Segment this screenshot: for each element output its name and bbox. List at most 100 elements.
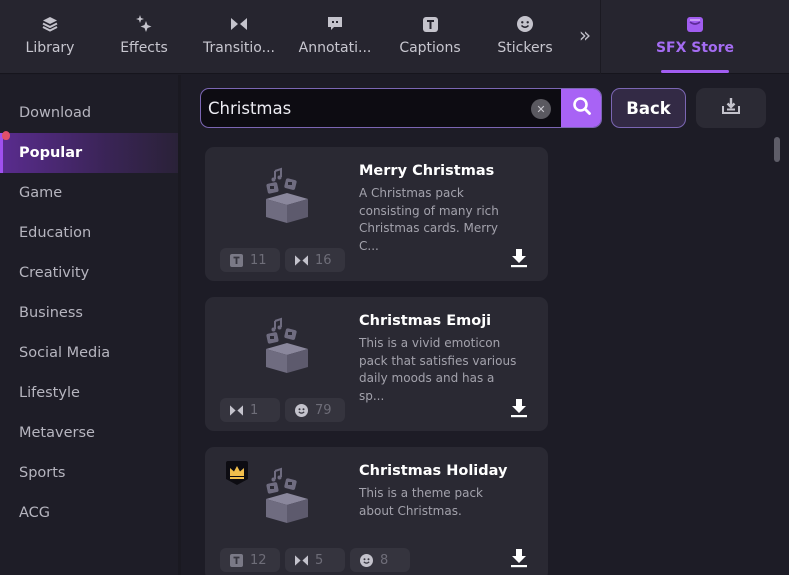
sidebar-item-label: Game — [19, 185, 63, 201]
sidebar-item-label: Popular — [19, 145, 83, 161]
pack-box-icon — [263, 465, 313, 527]
tab-divider — [600, 0, 601, 74]
search-input[interactable] — [208, 89, 528, 127]
search-box: ✕ — [200, 88, 602, 128]
double-chevron-right-icon: » — [578, 23, 592, 47]
store-icon — [685, 14, 705, 34]
sidebar-item-label: Sports — [19, 465, 66, 481]
sidebar-item-popular[interactable]: Popular — [0, 131, 178, 173]
more-tabs-button[interactable]: » — [574, 23, 596, 47]
active-tab-indicator — [661, 70, 729, 73]
stat-captions: 12 — [220, 548, 280, 572]
transition-icon — [295, 254, 308, 267]
download-icon[interactable] — [510, 548, 528, 568]
scrollbar-thumb[interactable] — [774, 137, 780, 162]
stat-count: 16 — [315, 252, 332, 268]
sidebar-item-label: Education — [19, 225, 92, 241]
pack-card[interactable]: Christmas Holiday This is a theme pack a… — [205, 447, 548, 575]
tab-library[interactable]: Library — [14, 0, 86, 74]
sidebar-item-label: ACG — [19, 505, 51, 521]
tab-label: Library — [25, 40, 75, 56]
stat-stickers: 79 — [285, 398, 345, 422]
sidebar-item-label: Business — [19, 305, 83, 321]
stat-transitions: 5 — [285, 548, 345, 572]
pack-card[interactable]: Christmas Emoji This is a vivid emoticon… — [205, 297, 548, 431]
sidebar-item-label: Lifestyle — [19, 385, 80, 401]
sidebar-item-sports[interactable]: Sports — [0, 453, 178, 493]
sidebar-item-metaverse[interactable]: Metaverse — [0, 413, 178, 453]
stat-captions: 11 — [220, 248, 280, 272]
pack-title: Christmas Holiday — [359, 463, 508, 479]
stat-count: 12 — [250, 552, 267, 568]
pack-description: This is a vivid emoticon pack that satis… — [359, 336, 517, 403]
stat-stickers: 8 — [350, 548, 410, 572]
sparkle-icon — [134, 14, 154, 34]
sidebar-item-game[interactable]: Game — [0, 173, 178, 213]
pack-title: Merry Christmas — [359, 163, 495, 179]
back-button[interactable]: Back — [611, 88, 686, 128]
download-icon[interactable] — [510, 398, 528, 418]
pack-stats: 1 79 — [220, 398, 345, 422]
sidebar-item-label: Download — [19, 105, 92, 121]
tab-captions[interactable]: Captions — [393, 0, 467, 74]
stat-count: 8 — [380, 552, 389, 568]
captions-icon — [230, 553, 243, 567]
tab-stickers[interactable]: Stickers — [489, 0, 561, 74]
transition-icon — [295, 554, 308, 567]
sidebar-item-social-media[interactable]: Social Media — [0, 333, 178, 373]
tab-sfx-store[interactable]: SFX Store — [650, 0, 740, 74]
tab-label: Captions — [399, 40, 461, 56]
pack-description: This is a theme pack about Christmas. — [359, 486, 484, 518]
tab-label: SFX Store — [655, 40, 735, 56]
pack-box-icon — [263, 315, 313, 377]
close-icon: ✕ — [536, 102, 546, 116]
layers-icon — [40, 14, 60, 34]
tab-label: Effects — [120, 40, 168, 56]
top-tab-bar: Library Effects Transitio... Annotati...… — [0, 0, 789, 74]
sticker-icon — [360, 553, 373, 567]
captions-icon — [420, 14, 440, 34]
import-icon — [721, 97, 741, 119]
sidebar-item-acg[interactable]: ACG — [0, 493, 178, 533]
sidebar-item-label: Metaverse — [19, 425, 95, 441]
pack-box-icon — [263, 165, 313, 227]
tab-annotations[interactable]: Annotati... — [294, 0, 376, 74]
captions-icon — [230, 253, 243, 267]
stat-transitions: 16 — [285, 248, 345, 272]
tab-label: Transitio... — [203, 40, 275, 56]
clear-search-button[interactable]: ✕ — [531, 99, 551, 119]
tab-transitions[interactable]: Transitio... — [198, 0, 280, 74]
sidebar-item-download[interactable]: Download — [0, 93, 178, 133]
pack-description: A Christmas pack consisting of many rich… — [359, 186, 499, 253]
search-icon — [572, 96, 592, 120]
stat-count: 79 — [315, 402, 332, 418]
sidebar-item-label: Creativity — [19, 265, 90, 281]
stat-count: 11 — [250, 252, 267, 268]
tab-label: Stickers — [497, 40, 553, 56]
sticker-icon — [515, 14, 535, 34]
download-icon[interactable] — [510, 248, 528, 268]
premium-crown-icon — [226, 461, 248, 485]
pack-stats: 11 16 — [220, 248, 345, 272]
scrollbar-track[interactable] — [770, 135, 784, 575]
stat-transitions: 1 — [220, 398, 280, 422]
pack-stats: 12 5 8 — [220, 548, 410, 572]
tab-effects[interactable]: Effects — [108, 0, 180, 74]
tab-label: Annotati... — [298, 40, 372, 56]
sidebar-item-business[interactable]: Business — [0, 293, 178, 333]
stat-count: 5 — [315, 552, 324, 568]
sfx-store-panel: Library Effects Transitio... Annotati...… — [0, 0, 789, 575]
hot-badge-icon — [2, 131, 10, 140]
sidebar-item-label: Social Media — [19, 345, 111, 361]
import-button[interactable] — [696, 88, 766, 128]
sidebar-item-lifestyle[interactable]: Lifestyle — [0, 373, 178, 413]
transition-icon — [229, 14, 249, 34]
annotation-icon — [325, 14, 345, 34]
pack-card[interactable]: Merry Christmas A Christmas pack consist… — [205, 147, 548, 281]
stat-count: 1 — [250, 402, 259, 418]
sidebar-item-education[interactable]: Education — [0, 213, 178, 253]
search-button[interactable] — [561, 89, 601, 127]
pack-title: Christmas Emoji — [359, 313, 492, 329]
sidebar-item-creativity[interactable]: Creativity — [0, 253, 178, 293]
sticker-icon — [295, 403, 308, 417]
